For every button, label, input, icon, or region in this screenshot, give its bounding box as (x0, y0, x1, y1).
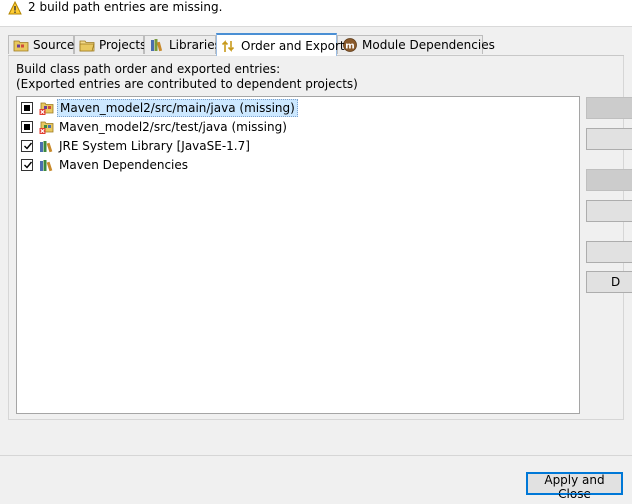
tab-label: Libraries (169, 38, 221, 52)
tab-label: Order and Export (241, 38, 345, 53)
list-item[interactable]: Maven_model2/src/main/java (missing) (21, 98, 298, 117)
missing-source-folder-icon (39, 102, 54, 115)
tab-order-and-export[interactable]: Order and Export (216, 33, 345, 56)
list-item[interactable]: Maven Dependencies (21, 155, 190, 174)
order-export-icon (221, 39, 235, 52)
tab-module-dependencies[interactable]: m Module Dependencies (337, 35, 495, 54)
svg-text:m: m (345, 42, 354, 52)
apply-and-close-button[interactable]: Apply and Close (526, 472, 623, 501)
tab-label: Module Dependencies (362, 38, 495, 52)
tab-projects[interactable]: Projects (74, 35, 147, 54)
missing-source-folder-icon (39, 121, 54, 134)
warning-icon (8, 1, 22, 15)
libraries-icon (151, 39, 163, 52)
projects-icon (79, 40, 95, 52)
entry-label: JRE System Library [JavaSE-1.7] (59, 138, 250, 153)
select-all-button[interactable] (586, 241, 632, 263)
panel-description-note: (Exported entries are contributed to dep… (16, 77, 358, 91)
top-button[interactable] (586, 169, 632, 191)
deselect-all-button[interactable]: D (586, 271, 632, 293)
export-checkbox[interactable] (21, 101, 33, 114)
tab-label: Source (33, 38, 75, 52)
tab-source[interactable]: Source (8, 35, 74, 54)
export-checkbox[interactable] (21, 158, 33, 171)
up-button[interactable] (586, 97, 632, 119)
list-item[interactable]: Maven_model2/src/test/java (missing) (21, 117, 289, 136)
library-icon (40, 159, 53, 171)
entry-label: Maven_model2/src/test/java (missing) (59, 119, 287, 134)
checkmark-icon (24, 161, 33, 169)
tab-label: Projects (99, 38, 147, 52)
bottom-divider (0, 455, 632, 456)
export-checkbox[interactable] (21, 120, 33, 133)
warning-banner: 2 build path entries are missing. (0, 0, 632, 27)
down-button[interactable] (586, 128, 632, 150)
source-folder-icon (13, 40, 29, 52)
entry-label: Maven Dependencies (59, 157, 189, 172)
panel-description: Build class path order and exported entr… (16, 62, 281, 76)
tab-strip: Source Projects Libraries Order and Expo… (8, 33, 628, 56)
build-path-entry-list[interactable]: Maven_model2/src/main/java (missing) Mav… (16, 96, 580, 414)
warning-message: 2 build path entries are missing. (28, 0, 223, 14)
library-icon (40, 140, 53, 152)
bottom-button[interactable] (586, 200, 632, 222)
entry-label: Maven_model2/src/main/java (missing) (57, 98, 298, 117)
tab-libraries[interactable]: Libraries (144, 35, 221, 54)
export-checkbox[interactable] (21, 139, 33, 152)
checkmark-icon (24, 142, 33, 150)
list-item[interactable]: JRE System Library [JavaSE-1.7] (21, 136, 252, 155)
